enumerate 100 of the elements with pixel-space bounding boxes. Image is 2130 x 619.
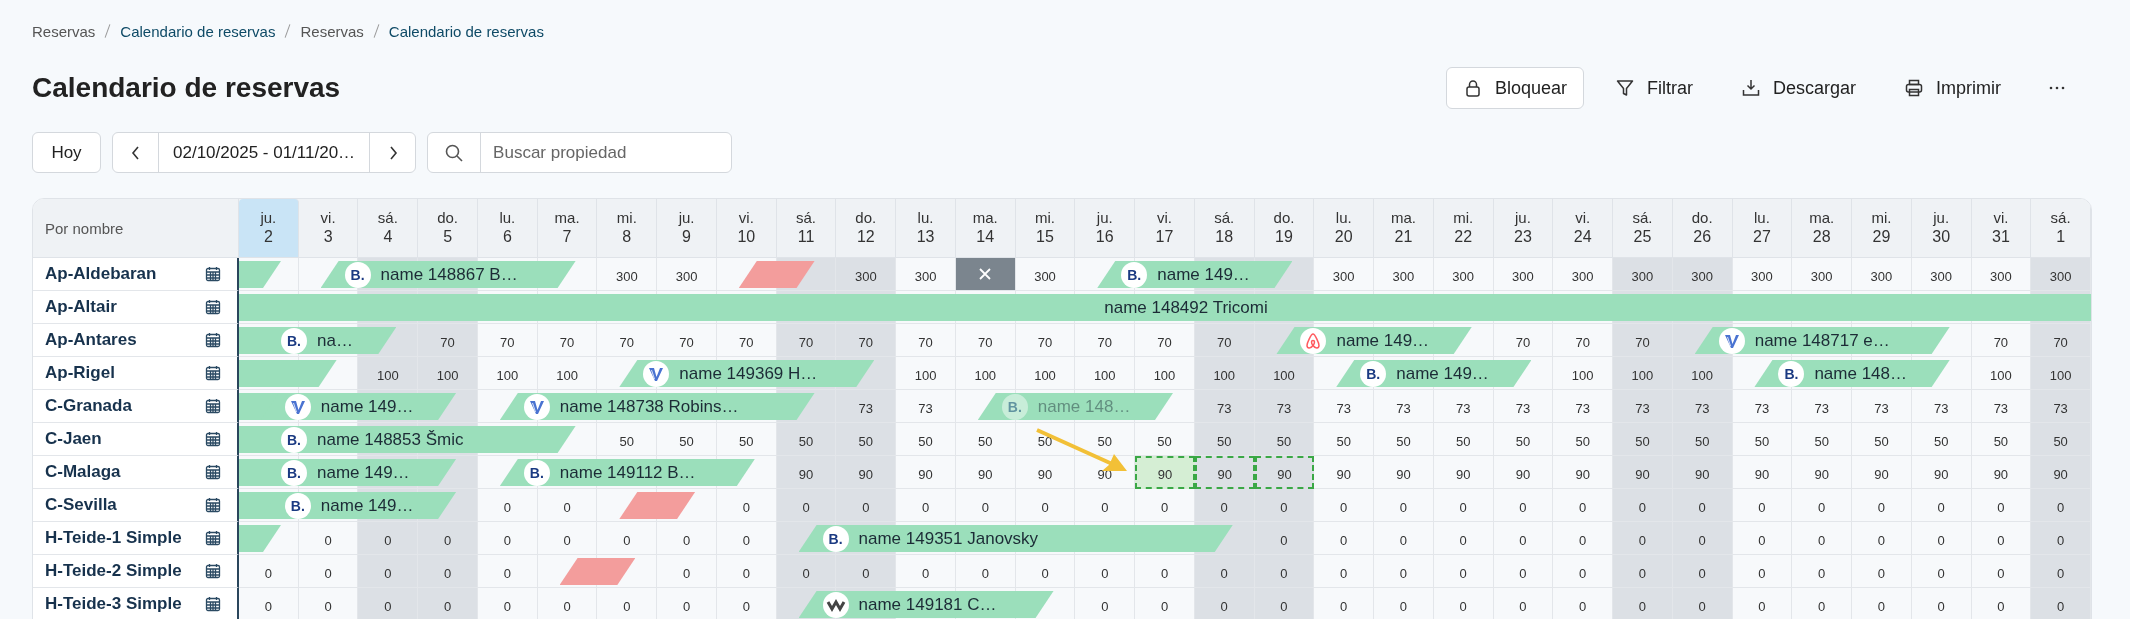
booking-bar[interactable]: name 149… — [260, 393, 457, 420]
property-name[interactable]: C-Granada — [45, 396, 132, 416]
nightly-rate: 70 — [836, 324, 897, 357]
day-header[interactable]: sá. 4 — [358, 199, 419, 257]
day-header[interactable]: lu. 13 — [896, 199, 956, 257]
booking-bar[interactable]: B. name 148853 Šmic — [239, 426, 576, 453]
day-header[interactable]: ju. 23 — [1493, 199, 1554, 257]
day-header[interactable]: mi. 15 — [1015, 199, 1076, 257]
day-header[interactable]: mi. 8 — [597, 199, 658, 257]
source-logo: B. — [1360, 360, 1387, 387]
today-button[interactable]: Hoy — [32, 132, 101, 173]
calendar-icon[interactable] — [205, 365, 221, 381]
search-input[interactable]: Buscar propiedad — [481, 133, 732, 172]
calendar-icon[interactable] — [205, 530, 221, 546]
property-name[interactable]: C-Jaen — [45, 429, 102, 449]
day-header[interactable]: sá. 11 — [776, 199, 837, 257]
calendar-icon[interactable] — [205, 431, 221, 447]
booking-bar[interactable]: B. na… — [239, 327, 397, 354]
booking-bar[interactable]: B. name 149… — [239, 459, 457, 486]
booking-bar[interactable]: B. name 149112 B… — [499, 459, 755, 486]
nightly-rate: 300 — [597, 258, 658, 291]
day-header[interactable]: ma. 7 — [537, 199, 598, 257]
calendar-icon[interactable] — [205, 266, 221, 282]
booking-bar[interactable]: name 148717 e… — [1694, 327, 1950, 354]
booking-bar[interactable]: B. name 149… — [260, 492, 457, 519]
day-header[interactable]: ma. 14 — [955, 199, 1016, 257]
breadcrumb-link[interactable]: Reservas — [32, 22, 96, 40]
booking-bar[interactable]: B. name 149… — [1097, 261, 1293, 288]
booking-bar[interactable]: B. name 149… — [1336, 360, 1532, 387]
day-header[interactable]: vi. 24 — [1553, 199, 1614, 257]
booking-bar[interactable]: name 149… — [1276, 327, 1472, 354]
property-name[interactable]: H-Teide-2 Simple — [45, 561, 182, 581]
booking-bar[interactable]: B. name 148867 B… — [320, 261, 576, 288]
day-header[interactable]: sá. 18 — [1194, 199, 1255, 257]
property-name[interactable]: H-Teide-1 Simple — [45, 528, 182, 548]
nightly-rate: 0 — [1433, 555, 1494, 588]
download-button[interactable]: Descargar — [1723, 67, 1873, 109]
property-name[interactable]: Ap-Rigel — [45, 363, 115, 383]
day-header[interactable]: do. 19 — [1254, 199, 1315, 257]
day-header[interactable]: lu. 27 — [1732, 199, 1793, 257]
breadcrumb-link[interactable]: Calendario de reservas — [120, 22, 276, 40]
day-header[interactable]: mi. 29 — [1852, 199, 1912, 257]
day-header[interactable]: ma. 21 — [1374, 199, 1434, 257]
booking-bar[interactable]: name 149181 C… — [798, 591, 1054, 618]
property-name[interactable]: Ap-Antares — [45, 330, 137, 350]
day-header[interactable]: do. 12 — [836, 199, 897, 257]
nightly-rate: 100 — [537, 357, 598, 390]
day-header[interactable]: sá. 1 — [2031, 199, 2091, 257]
calendar-icon[interactable] — [205, 497, 221, 513]
booking-bar[interactable]: name 149369 H… — [619, 360, 875, 387]
day-header[interactable]: ju. 9 — [657, 199, 717, 257]
calendar-icon[interactable] — [205, 332, 221, 348]
day-header[interactable]: ju. 2 — [239, 199, 299, 257]
calendar-icon[interactable] — [205, 299, 221, 315]
nightly-rate: 50 — [1672, 423, 1733, 456]
day-header[interactable]: lu. 20 — [1314, 199, 1375, 257]
nightly-rate: 0 — [1433, 588, 1494, 619]
day-header[interactable]: do. 26 — [1672, 199, 1733, 257]
day-header[interactable]: do. 5 — [418, 199, 478, 257]
calendar-icon[interactable] — [205, 563, 221, 579]
property-name[interactable]: H-Teide-3 Simple — [45, 594, 182, 614]
nightly-rate: 70 — [657, 324, 717, 357]
day-header[interactable]: sá. 25 — [1613, 199, 1673, 257]
day-header[interactable]: ma. 28 — [1792, 199, 1853, 257]
day-header[interactable]: vi. 3 — [298, 199, 359, 257]
day-header[interactable]: vi. 17 — [1135, 199, 1195, 257]
property-name[interactable]: Ap-Altair — [45, 297, 117, 317]
nightly-rate: 0 — [716, 588, 777, 619]
breadcrumb-link[interactable]: Reservas — [300, 22, 364, 40]
property-name[interactable]: C-Malaga — [45, 462, 121, 482]
booking-bar[interactable]: B. name 149351 Janovsky — [798, 525, 1233, 552]
calendar-icon[interactable] — [205, 398, 221, 414]
source-logo: B. — [523, 459, 550, 486]
search-field[interactable]: Buscar propiedad — [427, 132, 733, 173]
property-name[interactable]: C-Sevilla — [45, 495, 117, 515]
property-name[interactable]: Ap-Aldebaran — [45, 264, 157, 284]
nightly-rate: 0 — [1314, 555, 1375, 588]
day-header[interactable]: lu. 6 — [477, 199, 538, 257]
nightly-rate: 50 — [1194, 423, 1255, 456]
day-header[interactable]: mi. 22 — [1433, 199, 1494, 257]
print-button[interactable]: Imprimir — [1887, 67, 2018, 109]
nightly-rate: 90 — [1911, 456, 1972, 489]
nightly-rate: 0 — [358, 588, 419, 619]
day-header[interactable]: vi. 10 — [716, 199, 777, 257]
filter-button[interactable]: Filtrar — [1597, 67, 1710, 109]
day-header[interactable]: ju. 30 — [1911, 199, 1972, 257]
booking-bar[interactable]: name 148492 Tricomi — [239, 294, 2091, 321]
booking-bar[interactable]: name 148738 Robins… — [499, 393, 815, 420]
nightly-rate: 0 — [716, 522, 777, 555]
nightly-rate: 50 — [776, 423, 837, 456]
breadcrumb-link[interactable]: Calendario de reservas — [388, 22, 544, 40]
calendar-icon[interactable] — [205, 464, 221, 480]
nightly-rate: 0 — [1792, 489, 1853, 522]
lock-button[interactable]: Bloquear — [1445, 67, 1584, 109]
nightly-rate: 100 — [358, 357, 419, 390]
day-header[interactable]: vi. 31 — [1971, 199, 2032, 257]
booking-bar[interactable]: B. name 148… — [1754, 360, 1950, 387]
day-header[interactable]: ju. 16 — [1075, 199, 1136, 257]
calendar-icon[interactable] — [205, 596, 221, 612]
nightly-rate: 50 — [1314, 423, 1375, 456]
